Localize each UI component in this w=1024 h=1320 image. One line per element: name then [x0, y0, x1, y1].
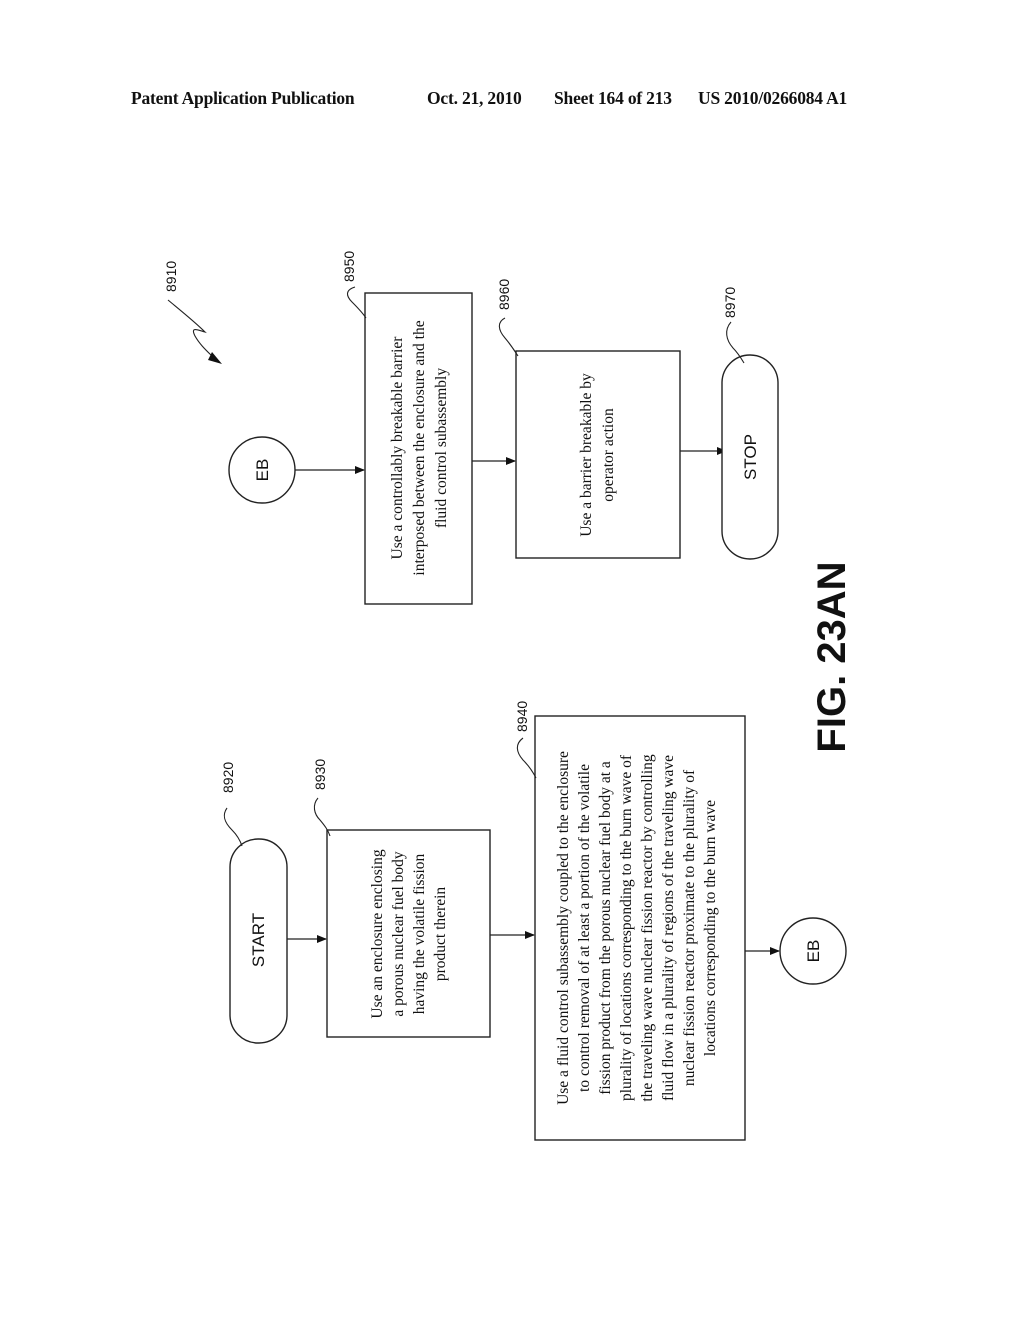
leader-8930 — [313, 797, 331, 837]
connector-eb-out: EB — [779, 917, 847, 985]
step-8940-line-1: Use a fluid control subassembly coupled … — [555, 751, 572, 1105]
step-8940-line-8: locations corresponding to the burn wave — [702, 800, 719, 1056]
step-8950-line-2: interposed between the enclosure and the — [411, 320, 428, 575]
step-8950-line-1: Use a controllably breakable barrier — [389, 336, 406, 560]
ref-label-8950: 8950 — [341, 251, 357, 282]
step-8940: 8940 Use a fluid control subassembly cou… — [514, 701, 746, 1141]
leader-8920 — [223, 807, 243, 847]
step-8940-line-7: nuclear fission reactor proximate to the… — [681, 769, 698, 1086]
step-8930: 8930 Use an enclosure enclosing a porous… — [312, 759, 491, 1038]
ref-label-8970: 8970 — [722, 287, 738, 318]
start-terminator: 8920 START — [220, 762, 288, 1044]
step-8930-line-4: product therein — [432, 887, 449, 982]
stop-terminator: 8970 STOP — [721, 287, 779, 560]
step-8930-line-2: a porous nuclear fuel body — [390, 851, 407, 1017]
connector-eb-in-label: EB — [253, 459, 272, 482]
figure-label: FIG. 23AN — [810, 561, 854, 752]
step-8930-line-3: having the volatile fission — [411, 853, 428, 1014]
step-8940-line-5: the traveling wave nuclear fission react… — [639, 754, 656, 1102]
ref-label-8920: 8920 — [220, 762, 236, 793]
step-8950: 8950 Use a controllably breakable barrie… — [341, 251, 473, 605]
step-8940-line-3: fission product from the porous nuclear … — [597, 761, 614, 1095]
step-8960: 8960 Use a barrier breakable by operator… — [496, 279, 681, 559]
ref-label-8910: 8910 — [163, 261, 179, 292]
connector-eb-out-label: EB — [804, 940, 823, 963]
start-label: START — [249, 913, 268, 967]
step-8950-line-3: fluid control subassembly — [433, 368, 450, 528]
figure-ref-8910: 8910 — [163, 261, 222, 364]
step-8940-line-6: fluid flow in a plurality of regions of … — [660, 755, 677, 1101]
ref-label-8960: 8960 — [496, 279, 512, 310]
step-8940-line-4: plurality of locations corresponding to … — [618, 754, 635, 1101]
connector-eb-in: EB — [228, 436, 296, 504]
step-8960-line-2: operator action — [600, 408, 617, 502]
ref-label-8940: 8940 — [514, 701, 530, 732]
zigzag-leader-line — [167, 299, 215, 359]
leader-8950 — [346, 286, 367, 319]
leader-8960 — [498, 317, 519, 357]
flowchart-diagram: 8910 EB 8950 Use a controllably breakabl… — [163, 251, 854, 1141]
leader-8940 — [516, 737, 537, 779]
step-8940-line-2: to control removal of at least a portion… — [576, 764, 593, 1092]
ref-label-8930: 8930 — [312, 759, 328, 790]
stop-label: STOP — [741, 434, 760, 480]
step-8960-line-1: Use a barrier breakable by — [578, 373, 595, 537]
step-8930-line-1: Use an enclosure enclosing — [369, 849, 386, 1018]
